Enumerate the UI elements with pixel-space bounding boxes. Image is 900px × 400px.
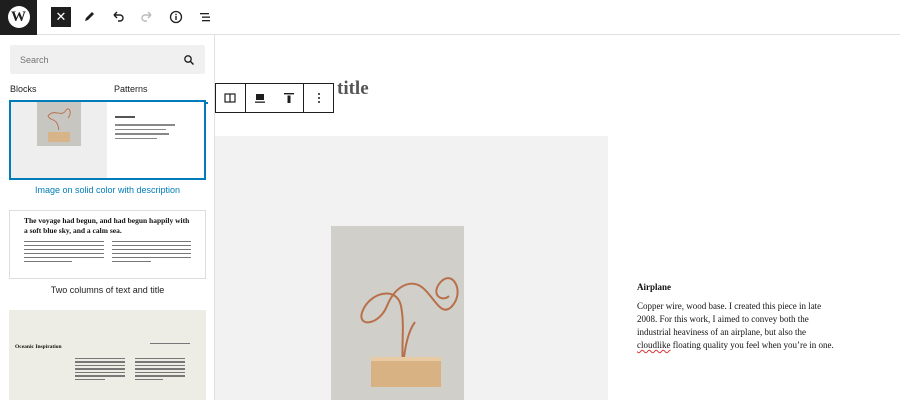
caption-title[interactable]: Airplane — [637, 282, 837, 292]
pattern-preview-image-solid-color[interactable] — [9, 100, 206, 180]
pattern-preview-image-area — [11, 102, 107, 178]
spelling-flag-word: cloudlike — [637, 340, 671, 350]
block-toolbar — [215, 83, 334, 113]
list-view-button[interactable] — [194, 6, 216, 28]
block-type-button[interactable] — [216, 84, 245, 112]
search-icon — [184, 54, 195, 65]
top-toolbar: W ✕ — [0, 0, 900, 35]
more-vertical-icon — [317, 93, 320, 103]
undo-button[interactable] — [107, 6, 129, 28]
search-placeholder: Search — [20, 54, 49, 65]
pattern-preview-oceanic-title: Oceanic Inspiration — [15, 344, 62, 350]
info-icon — [169, 10, 183, 24]
pattern-preview-heading — [115, 116, 135, 118]
pattern-preview-rule — [150, 343, 190, 344]
pencil-icon — [85, 12, 94, 21]
undo-icon — [113, 11, 124, 22]
page-title-partial[interactable]: title — [337, 78, 369, 100]
caption-text-2: floating quality you feel when you’re in… — [670, 340, 834, 350]
more-options-button[interactable] — [304, 84, 333, 112]
airplane-sculpture-image[interactable] — [331, 226, 464, 400]
pattern-preview-wire — [47, 108, 71, 130]
wood-base — [371, 357, 441, 387]
redo-icon — [141, 11, 152, 22]
pattern-preview-col-2 — [135, 358, 185, 382]
close-inserter-button[interactable]: ✕ — [51, 7, 71, 27]
caption-text-1: Copper wire, wood base. I created this p… — [637, 301, 822, 337]
wordpress-logo-button[interactable]: W — [0, 0, 37, 35]
align-button[interactable] — [246, 84, 275, 112]
caption-body[interactable]: Copper wire, wood base. I created this p… — [637, 300, 837, 352]
pattern-preview-text — [115, 124, 175, 142]
pattern-preview-title: The voyage had begun, and had begun happ… — [24, 216, 190, 235]
align-wide-icon — [255, 94, 266, 103]
pattern-preview-oceanic[interactable]: Oceanic Inspiration — [9, 310, 206, 400]
details-button[interactable] — [165, 6, 187, 28]
wordpress-logo-icon: W — [7, 6, 30, 28]
list-view-icon — [200, 13, 210, 22]
redo-button[interactable] — [136, 6, 158, 28]
pattern-label-two-columns[interactable]: Two columns of text and title — [0, 285, 215, 295]
vertical-align-button[interactable] — [274, 84, 303, 112]
media-text-icon — [224, 93, 236, 103]
pattern-preview-base — [48, 132, 70, 142]
media-caption[interactable]: Airplane Copper wire, wood base. I creat… — [637, 282, 837, 352]
search-input[interactable]: Search — [10, 45, 205, 74]
pattern-preview-col-1 — [75, 358, 125, 382]
tools-button[interactable] — [78, 6, 100, 28]
wood-base-top — [371, 357, 441, 361]
pattern-label-image-solid-color[interactable]: Image on solid color with description — [0, 185, 215, 195]
pattern-preview-columns — [24, 241, 191, 265]
pattern-preview-two-columns[interactable]: The voyage had begun, and had begun happ… — [9, 210, 206, 279]
editor-app: W ✕ Search Blocks Patterns Image on soli… — [0, 0, 900, 400]
align-top-icon — [283, 93, 294, 103]
